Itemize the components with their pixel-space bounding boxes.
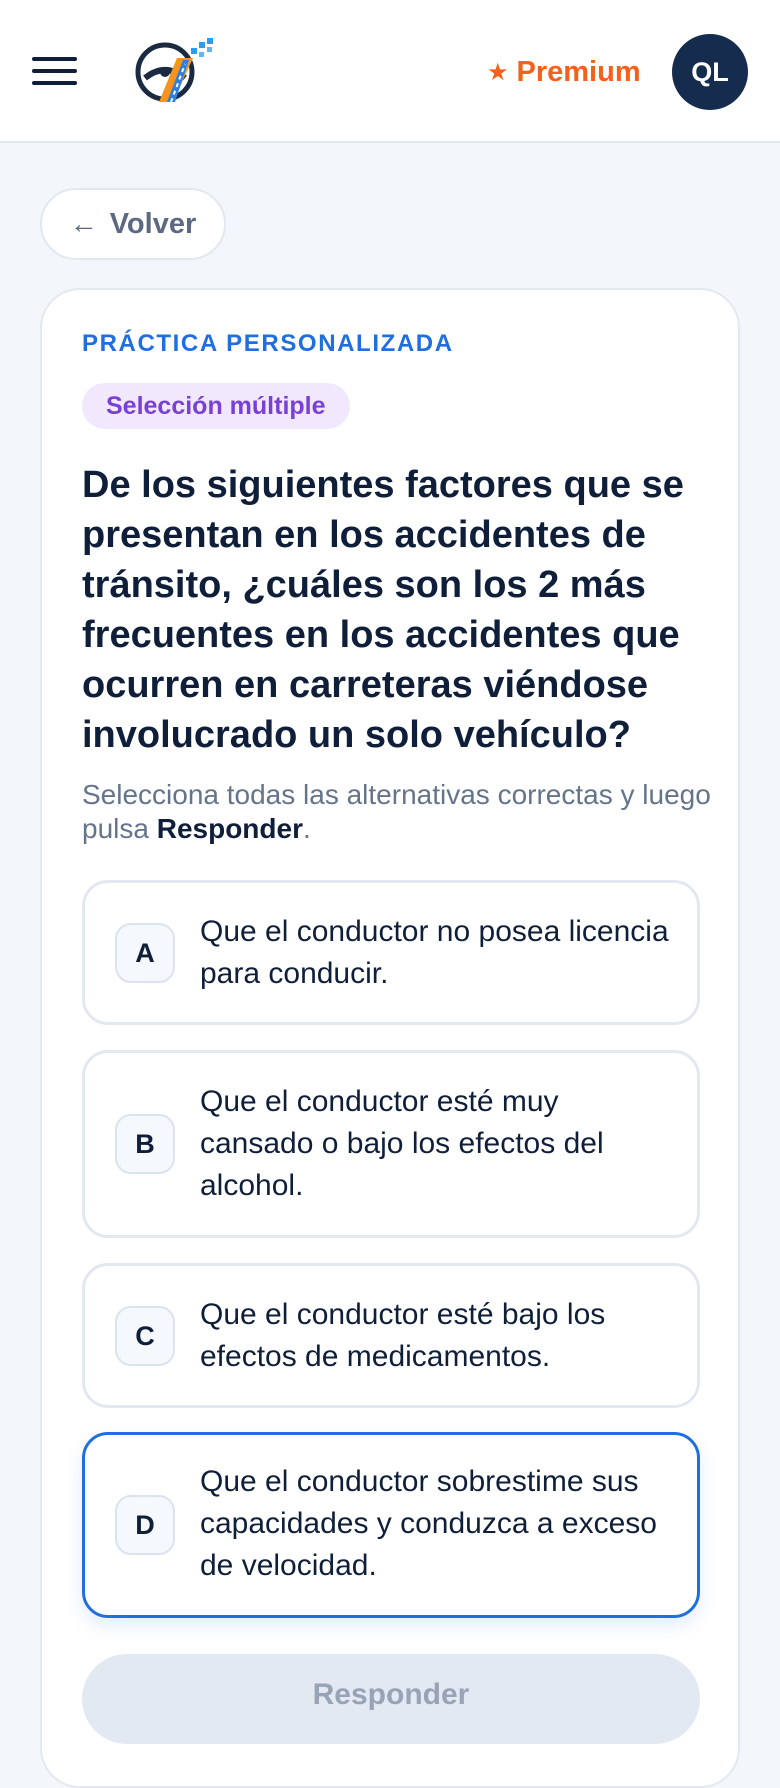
option-letter: C [115, 1306, 175, 1366]
question-text: De los siguientes factores que se presen… [82, 464, 684, 756]
answer-option-b[interactable]: B Que el conductor esté muy cansado o ba… [82, 1050, 700, 1238]
arrow-left-icon: ← [69, 208, 98, 239]
option-text: Que el conductor no posea licencia para … [200, 915, 669, 990]
premium-label: Premium [516, 55, 641, 88]
instructions-text: Selecciona todas las alternativas correc… [82, 778, 712, 846]
question-type-badge: Selección múltiple [82, 383, 350, 429]
top-bar: ★ Premium QL [0, 0, 780, 143]
app-logo-icon[interactable] [133, 38, 215, 106]
instructions-bold: Responder [156, 813, 303, 844]
option-text: Que el conductor sobrestime sus capacida… [200, 1465, 657, 1582]
premium-link[interactable]: ★ Premium [487, 52, 641, 92]
answer-option-a[interactable]: A Que el conductor no posea licencia par… [82, 880, 700, 1025]
star-icon: ★ [487, 58, 509, 86]
hamburger-menu-icon[interactable] [32, 55, 77, 87]
option-letter: B [115, 1114, 175, 1174]
submit-answer-button[interactable]: Responder [82, 1654, 700, 1744]
section-eyebrow: PRÁCTICA PERSONALIZADA [82, 330, 454, 357]
back-button[interactable]: ← Volver [40, 188, 226, 260]
answer-option-c[interactable]: C Que el conductor esté bajo los efectos… [82, 1263, 700, 1408]
back-label: Volver [109, 207, 197, 240]
question-card: PRÁCTICA PERSONALIZADA Selección múltipl… [40, 288, 740, 1788]
option-text: Que el conductor esté bajo los efectos d… [200, 1298, 606, 1373]
answer-option-d[interactable]: D Que el conductor sobrestime sus capaci… [82, 1432, 700, 1618]
option-letter: D [115, 1495, 175, 1555]
instructions-suffix: . [302, 813, 311, 844]
option-text: Que el conductor esté muy cansado o bajo… [200, 1085, 604, 1202]
user-avatar[interactable]: QL [672, 34, 748, 110]
option-letter: A [115, 923, 175, 983]
